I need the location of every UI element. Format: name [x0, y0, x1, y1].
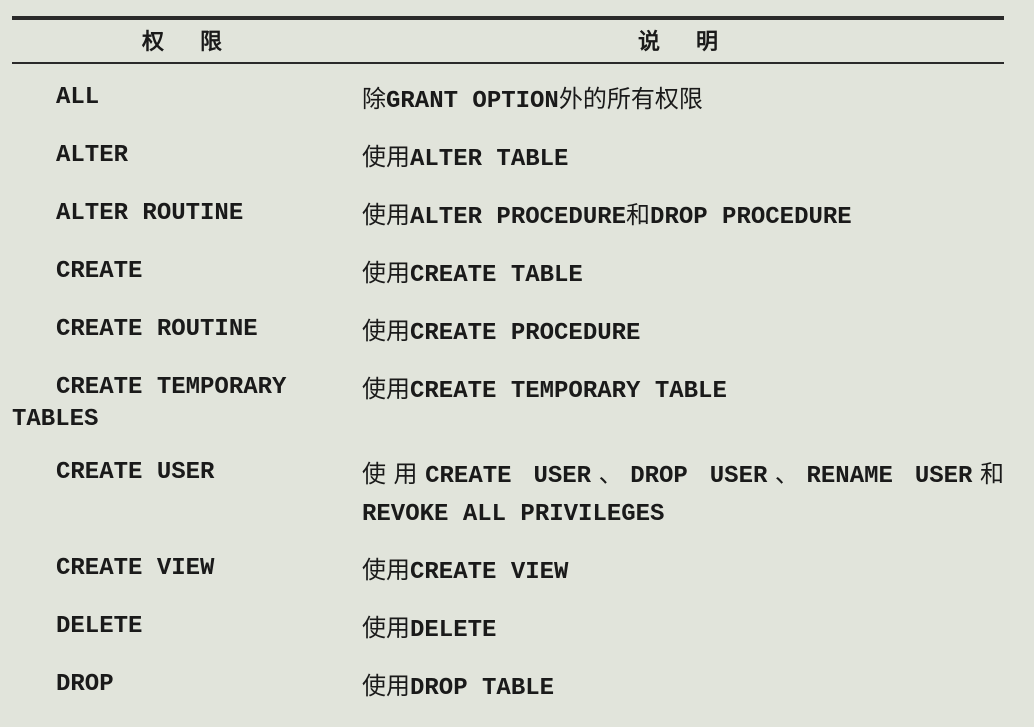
header-separator	[12, 62, 1004, 64]
table-row: ALL 除GRANT OPTION外的所有权限	[12, 72, 1004, 130]
desc-mono: ALTER TABLE	[410, 146, 568, 173]
desc-text: 外的所有权限	[559, 87, 703, 113]
description-cell: 使用CREATE PROCEDURE	[352, 314, 1004, 352]
desc-mono: DROP TABLE	[410, 675, 554, 702]
header-description: 说明	[352, 24, 1004, 56]
desc-text: 使用	[362, 145, 410, 171]
desc-mono: ALTER PROCEDURE	[410, 204, 626, 231]
desc-text: 使用	[362, 203, 410, 229]
desc-text: 使用	[362, 261, 410, 287]
description-cell: 使用CREATE VIEW	[352, 553, 1004, 591]
table-row: DROP 使用DROP TABLE	[12, 659, 1004, 717]
description-cell: 使用CREATE TABLE	[352, 256, 1004, 294]
table-row: CREATE 使用CREATE TABLE	[12, 246, 1004, 304]
description-cell: 使用DROP TABLE	[352, 669, 1004, 707]
desc-mono: GRANT OPTION	[386, 88, 559, 115]
desc-text: 除	[362, 87, 386, 113]
desc-text: 和	[626, 203, 650, 229]
desc-mono: DELETE	[410, 617, 496, 644]
table-row: DELETE 使用DELETE	[12, 601, 1004, 659]
privilege-cell: ALTER ROUTINE	[12, 198, 352, 230]
desc-mono: CREATE VIEW	[410, 559, 568, 586]
desc-mono: CREATE TABLE	[410, 262, 583, 289]
priv-line2: TABLES	[12, 406, 98, 433]
top-rule	[12, 16, 1004, 20]
privilege-cell: CREATE ROUTINE	[12, 314, 352, 346]
description-cell: 使用ALTER PROCEDURE和DROP PROCEDURE	[352, 198, 1004, 236]
desc-text: 、	[767, 462, 806, 488]
desc-mono: DROP PROCEDURE	[650, 204, 852, 231]
table-header: 权限 说明	[12, 22, 1004, 58]
desc-text: 使用	[362, 462, 425, 488]
table-row: CREATE USER 使用CREATE USER、DROP USER、RENA…	[12, 447, 1004, 543]
privilege-cell: CREATE VIEW	[12, 553, 352, 585]
desc-mono: REVOKE ALL PRIVILEGES	[362, 501, 664, 528]
description-cell: 使用ALTER TABLE	[352, 140, 1004, 178]
privilege-cell: CREATE USER	[12, 457, 352, 489]
description-cell: 使用CREATE TEMPORARY TABLE	[352, 372, 1004, 410]
desc-mono: RENAME USER	[806, 463, 972, 490]
desc-text: 使用	[362, 377, 410, 403]
description-cell: 除GRANT OPTION外的所有权限	[352, 82, 1004, 120]
table-row: CREATE TEMPORARY TABLES 使用CREATE TEMPORA…	[12, 362, 1004, 447]
table-body: ALL 除GRANT OPTION外的所有权限 ALTER 使用ALTER TA…	[12, 68, 1004, 717]
header-privilege: 权限	[12, 24, 352, 56]
desc-text: 和	[972, 462, 1004, 488]
privilege-cell: CREATE TEMPORARY TABLES	[12, 372, 352, 437]
page-container: 权限 说明 ALL 除GRANT OPTION外的所有权限 ALTER 使用AL…	[0, 0, 1034, 727]
table-row: CREATE ROUTINE 使用CREATE PROCEDURE	[12, 304, 1004, 362]
privilege-cell: DELETE	[12, 611, 352, 643]
priv-line1: CREATE TEMPORARY	[56, 374, 286, 401]
desc-text: 、	[591, 462, 630, 488]
table-row: ALTER ROUTINE 使用ALTER PROCEDURE和DROP PRO…	[12, 188, 1004, 246]
table-row: CREATE VIEW 使用CREATE VIEW	[12, 543, 1004, 601]
privilege-cell: ALTER	[12, 140, 352, 172]
desc-text: 使用	[362, 616, 410, 642]
desc-mono: CREATE USER	[425, 463, 591, 490]
description-cell: 使用CREATE USER、DROP USER、RENAME USER和REVO…	[352, 457, 1004, 533]
desc-text: 使用	[362, 558, 410, 584]
desc-mono: DROP USER	[630, 463, 767, 490]
privilege-cell: CREATE	[12, 256, 352, 288]
privilege-cell: ALL	[12, 82, 352, 114]
description-cell: 使用DELETE	[352, 611, 1004, 649]
table-row: ALTER 使用ALTER TABLE	[12, 130, 1004, 188]
privilege-cell: DROP	[12, 669, 352, 701]
desc-text: 使用	[362, 319, 410, 345]
desc-mono: CREATE TEMPORARY TABLE	[410, 378, 727, 405]
desc-text: 使用	[362, 674, 410, 700]
desc-mono: CREATE PROCEDURE	[410, 320, 640, 347]
